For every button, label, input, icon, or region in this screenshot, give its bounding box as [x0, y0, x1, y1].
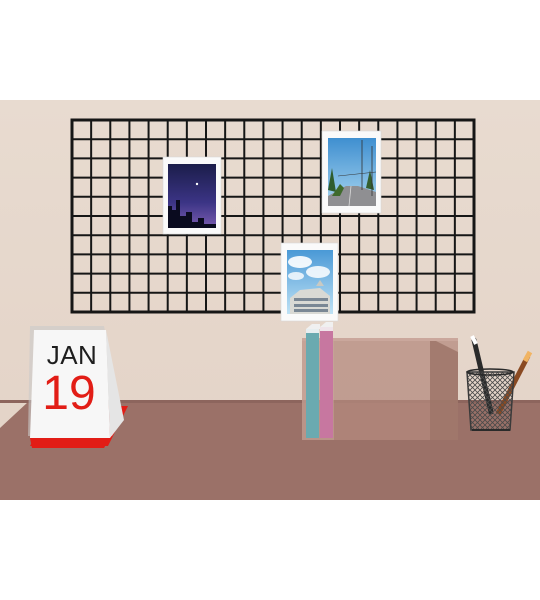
book-pink[interactable]: [320, 327, 333, 438]
desk-scene: [0, 100, 540, 500]
calendar-day: 19: [42, 367, 96, 420]
street-photo[interactable]: [321, 130, 382, 214]
night-sky-photo[interactable]: [162, 156, 222, 235]
book-teal[interactable]: [306, 329, 319, 438]
building-photo[interactable]: [280, 242, 339, 322]
